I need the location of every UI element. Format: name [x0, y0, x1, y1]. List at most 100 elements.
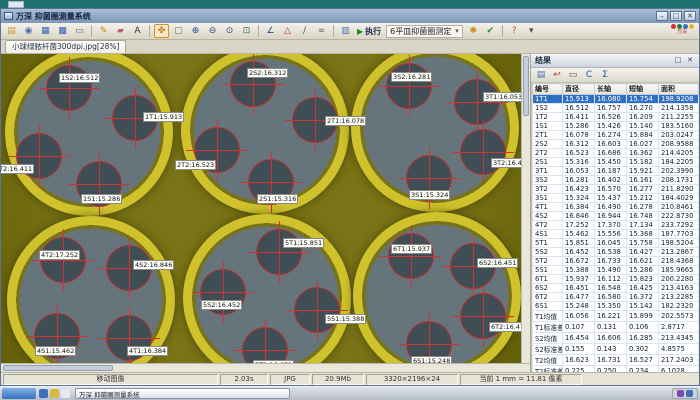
quick-launch-icon-1[interactable] — [39, 389, 48, 398]
measurement-label: 6T2:16.477 — [489, 322, 521, 332]
sum-icon[interactable]: Σ — [598, 69, 612, 82]
table-row[interactable]: 6T216.47716.58016.372213.2285 — [533, 293, 699, 302]
table-row[interactable]: T1标准差0.1070.1310.1062.8717 — [533, 322, 699, 333]
table-row[interactable]: 2T116.07816.27415.884203.0247 — [533, 131, 699, 140]
table-row[interactable]: 1S216.51216.75716.270214.1358 — [533, 104, 699, 113]
export-icon[interactable]: ▤ — [534, 69, 548, 82]
print-icon[interactable]: ▭ — [72, 24, 87, 38]
table-cell: 16.427 — [627, 248, 659, 257]
pan-icon[interactable]: ✜ — [154, 24, 169, 38]
zoom-in-icon[interactable]: ⊕ — [188, 24, 203, 38]
chevron-down-icon[interactable]: ▾ — [524, 24, 539, 38]
table-row[interactable]: 3T116.05316.18715.921202.3990 — [533, 167, 699, 176]
table-row[interactable]: S2标准差0.1550.1430.3024.8575 — [533, 344, 699, 355]
table-row[interactable]: T1均值16.05616.22115.899202.5573 — [533, 311, 699, 322]
maximize-button[interactable]: □ — [670, 11, 682, 21]
table-row[interactable]: 2S216.31216.60316.027208.9588 — [533, 140, 699, 149]
table-cell: 0.131 — [595, 322, 627, 333]
table-row[interactable]: 4T217.25217.37017.134233.7292 — [533, 221, 699, 230]
table-row[interactable]: 2T216.52316.68616.362214.4205 — [533, 149, 699, 158]
panel-close-icon[interactable]: ✕ — [685, 56, 695, 66]
table-cell: 184.4029 — [659, 194, 699, 203]
report-icon[interactable]: ▥ — [338, 24, 353, 38]
angle-measure-icon[interactable]: ∠ — [263, 24, 278, 38]
table-row[interactable]: S2均值16.45416.60616.285213.4345 — [533, 333, 699, 344]
table-row[interactable]: 3S115.32415.43715.212184.4029 — [533, 194, 699, 203]
table-cell: 0.234 — [627, 366, 659, 373]
open-icon[interactable]: ▤ — [4, 24, 19, 38]
image-tab[interactable]: 小球绿脓杆菌300dpi.jpg[28%] — [5, 40, 126, 53]
table-row[interactable]: 5S115.38815.49015.286185.9665 — [533, 266, 699, 275]
toolbar-separator — [333, 25, 334, 37]
column-header-5[interactable]: 面积 — [659, 84, 699, 95]
table-row[interactable]: 5S216.45216.53816.427213.2867 — [533, 248, 699, 257]
close-button[interactable]: ✕ — [684, 11, 696, 21]
clear-icon[interactable]: C — [582, 69, 596, 82]
camera-icon[interactable]: ◉ — [21, 24, 36, 38]
table-cell: 16.281 — [563, 176, 595, 185]
table-row[interactable]: 4T116.38416.49016.278210.8461 — [533, 203, 699, 212]
table-row[interactable]: 3T216.42316.57016.277211.8290 — [533, 185, 699, 194]
table-cell: 15.182 — [627, 158, 659, 167]
text-icon[interactable]: A — [130, 24, 145, 38]
table-row[interactable]: 1T216.41116.52616.209211.2255 — [533, 113, 699, 122]
measure-mode-select[interactable]: 6平皿抑菌圈测定 ▾ — [386, 25, 463, 38]
crop-icon[interactable]: ▢ — [171, 24, 186, 38]
zoom-actual-icon[interactable]: ⊙ — [222, 24, 237, 38]
table-row[interactable]: T2均值16.62316.73116.527217.2403 — [533, 355, 699, 366]
start-button[interactable] — [2, 388, 36, 399]
image-viewport[interactable]: 1S2:16.5121T1:15.9131T2:16.4111S1:15.286… — [1, 54, 521, 363]
save-icon[interactable]: ▦ — [38, 24, 53, 38]
taskbar-task-button[interactable]: 万深 抑菌圈测量系统 — [75, 388, 290, 399]
table-row[interactable]: 5T216.67216.73316.621218.4368 — [533, 257, 699, 266]
pencil-icon[interactable]: ✎ — [96, 24, 111, 38]
tray-icon-2[interactable] — [686, 390, 693, 397]
table-row[interactable]: 4S216.84616.94416.748222.8730 — [533, 212, 699, 221]
zoom-out-icon[interactable]: ⊖ — [205, 24, 220, 38]
apply-icon[interactable]: ✔ — [483, 24, 498, 38]
results-panel: 结果 □ ✕ ▤↩▭CΣ 编号直径长轴短轴面积1T115.91316.08015… — [531, 54, 699, 372]
table-row[interactable]: 4S115.46215.55615.368187.7703 — [533, 230, 699, 239]
table-cell: 15.286 — [627, 266, 659, 275]
table-row[interactable]: 2S115.31615.45015.182184.2205 — [533, 158, 699, 167]
zoom-fit-icon[interactable]: ⊡ — [239, 24, 254, 38]
tray-icon-1[interactable] — [677, 390, 684, 397]
table-row[interactable]: 1T115.91316.08015.754198.9208 — [533, 95, 699, 104]
eraser-icon[interactable]: ▰ — [113, 24, 128, 38]
quick-launch-icon-3[interactable] — [61, 389, 70, 398]
table-row[interactable]: 6S216.45116.54816.425213.4163 — [533, 284, 699, 293]
undo-icon[interactable]: ↩ — [550, 69, 564, 82]
table-row[interactable]: T2标准差0.2250.2500.2346.1028 — [533, 366, 699, 373]
execute-button[interactable]: ▶ 执行 — [357, 26, 381, 37]
save-all-icon[interactable]: ▩ — [55, 24, 70, 38]
help-icon[interactable]: ? — [507, 24, 522, 38]
minimize-button[interactable]: – — [656, 11, 668, 21]
table-cell: 15.350 — [595, 302, 627, 311]
titlebar[interactable]: 万深 抑菌圈测量系统 – □ ✕ — [1, 9, 699, 23]
column-header-4[interactable]: 短轴 — [627, 84, 659, 95]
column-header-1[interactable]: 编号 — [533, 84, 563, 95]
line-measure-icon[interactable]: ∕ — [297, 24, 312, 38]
measurement-label: 1S2:16.512 — [59, 73, 100, 83]
table-cell: 217.2403 — [659, 355, 699, 366]
settings-icon[interactable]: ✱ — [466, 24, 481, 38]
desktop-shortcut-icon[interactable] — [8, 1, 24, 8]
vertical-scrollbar[interactable] — [521, 54, 530, 363]
table-cell: 213.4163 — [659, 284, 699, 293]
area-measure-icon[interactable]: △ — [280, 24, 295, 38]
table-row[interactable]: 5T115.85116.04515.758198.5204 — [533, 239, 699, 248]
link-icon[interactable]: ∞ — [314, 24, 329, 38]
pin-icon[interactable]: □ — [673, 56, 683, 66]
table-row[interactable]: 6T115.93716.11215.823200.2280 — [533, 275, 699, 284]
column-header-2[interactable]: 直径 — [563, 84, 595, 95]
table-row[interactable]: 3S216.28116.40216.161208.1731 — [533, 176, 699, 185]
table-cell: 15.884 — [627, 131, 659, 140]
print-small-icon[interactable]: ▭ — [566, 69, 580, 82]
table-row[interactable]: 6S115.24815.35015.142182.2320 — [533, 302, 699, 311]
play-icon: ▶ — [357, 27, 363, 36]
measurement-label: 4T1:16.384 — [127, 346, 168, 356]
quick-launch-icon-2[interactable] — [50, 389, 59, 398]
horizontal-scrollbar[interactable] — [1, 363, 530, 372]
column-header-3[interactable]: 长轴 — [595, 84, 627, 95]
table-row[interactable]: 1S115.28615.42615.140183.5160 — [533, 122, 699, 131]
